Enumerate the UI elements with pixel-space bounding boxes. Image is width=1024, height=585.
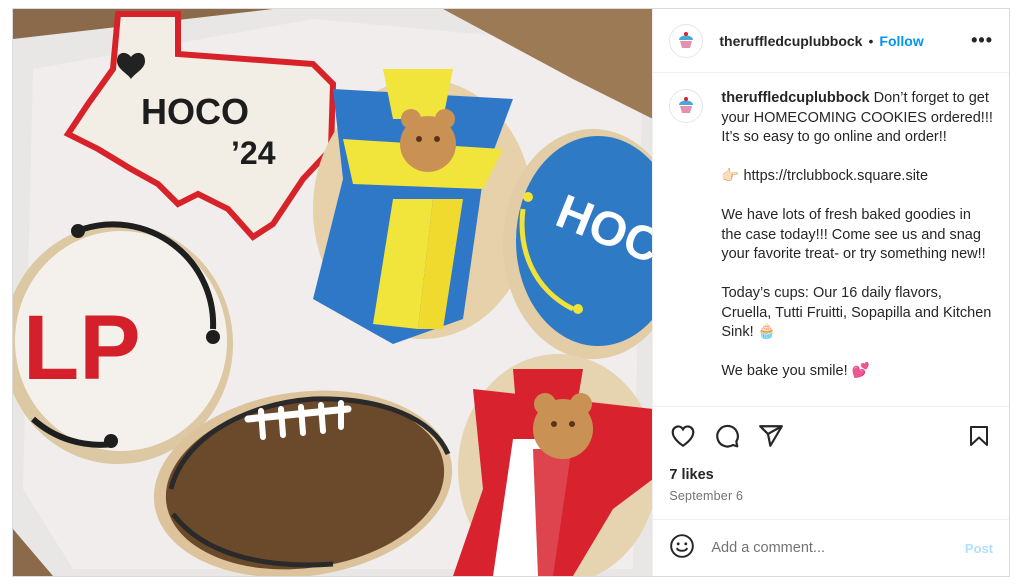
avatar[interactable] [669,23,704,58]
comment-box: Post [653,519,1009,576]
post-date[interactable]: September 6 [669,489,993,503]
header-username[interactable]: theruffledcuplubbock [719,33,862,49]
texas-cookie-text-2: ’24 [231,135,276,171]
caption-avatar[interactable] [669,89,704,123]
more-options-icon[interactable]: ••• [971,30,993,51]
cookies-photo: HOCO ’24 HOCO LP [13,9,653,576]
action-icons [669,419,993,453]
post-modal: HOCO ’24 HOCO LP theruffledcuplubbock • … [12,8,1010,577]
cupcake-logo-icon [672,26,701,55]
lp-cookie-text: LP [23,297,141,399]
likes-count[interactable]: 7 likes [669,467,993,483]
post-header: theruffledcuplubbock • Follow ••• [653,9,1009,73]
caption-area: theruffledcuplubbock Don’t forget to get… [653,73,1009,406]
caption-text: Don’t forget to get your HOMECOMING COOK… [721,90,993,379]
share-icon[interactable] [757,422,785,450]
post-caption: theruffledcuplubbock Don’t forget to get… [721,89,993,406]
comment-icon[interactable] [713,422,741,450]
header-separator: • [868,32,874,49]
post-photo[interactable]: HOCO ’24 HOCO LP [13,9,653,576]
post-actions: 7 likes September 6 [653,406,1009,503]
heart-icon[interactable] [669,422,697,450]
comment-input[interactable] [711,540,965,556]
texas-cookie-text-1: HOCO [141,91,249,132]
post-sidebar: theruffledcuplubbock • Follow ••• theruf… [652,9,1009,576]
cupcake-logo-icon [672,92,701,120]
caption-username[interactable]: theruffledcuplubbock [721,90,869,106]
bookmark-icon[interactable] [965,422,993,450]
emoji-icon[interactable] [669,533,695,564]
post-comment-button[interactable]: Post [965,541,993,556]
follow-button[interactable]: Follow [879,33,923,49]
